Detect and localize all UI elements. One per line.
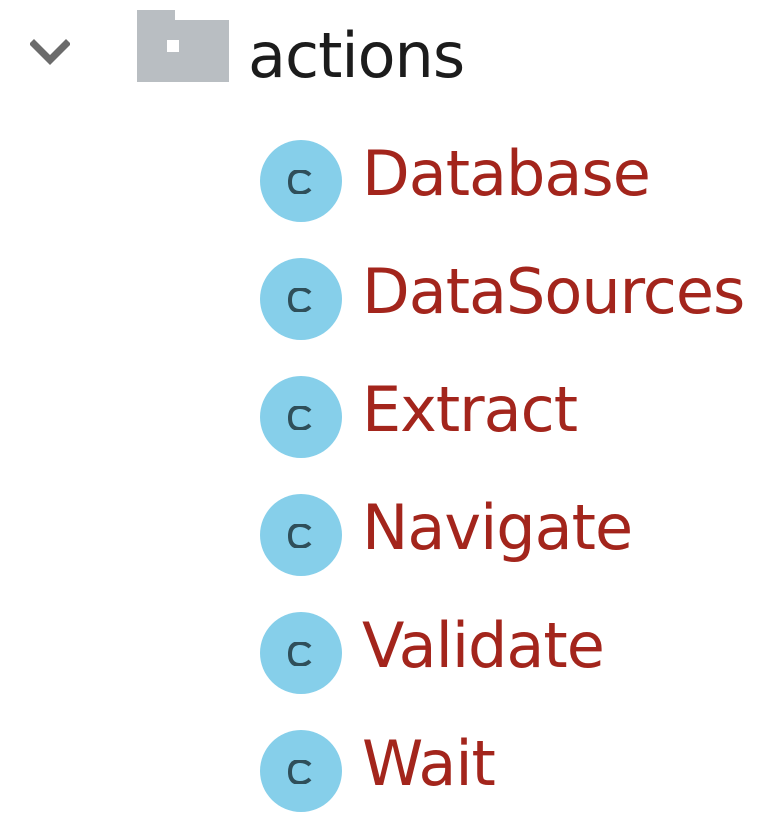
class-label: Navigate [362, 491, 633, 564]
class-c-icon [260, 612, 342, 694]
class-c-icon [260, 494, 342, 576]
folder-label: actions [248, 19, 465, 92]
class-c-icon [260, 140, 342, 222]
tree-item-class[interactable]: Extract [0, 354, 758, 472]
class-label: Extract [362, 373, 578, 446]
project-tree: actions Database DataSources Extract Nav… [0, 0, 758, 812]
chevron-down-icon[interactable] [29, 38, 71, 66]
class-c-icon [260, 376, 342, 458]
tree-folder-actions[interactable]: actions [0, 0, 758, 120]
class-label: DataSources [362, 255, 745, 328]
class-label: Validate [362, 609, 605, 682]
tree-item-class[interactable]: Navigate [0, 472, 758, 590]
folder-icon [137, 10, 229, 82]
class-label: Wait [362, 727, 496, 800]
tree-item-class[interactable]: Wait [0, 708, 758, 826]
class-c-icon [260, 258, 342, 340]
tree-item-class[interactable]: Database [0, 118, 758, 236]
class-label: Database [362, 137, 651, 210]
class-c-icon [260, 730, 342, 812]
tree-item-class[interactable]: Validate [0, 590, 758, 708]
tree-item-class[interactable]: DataSources [0, 236, 758, 354]
